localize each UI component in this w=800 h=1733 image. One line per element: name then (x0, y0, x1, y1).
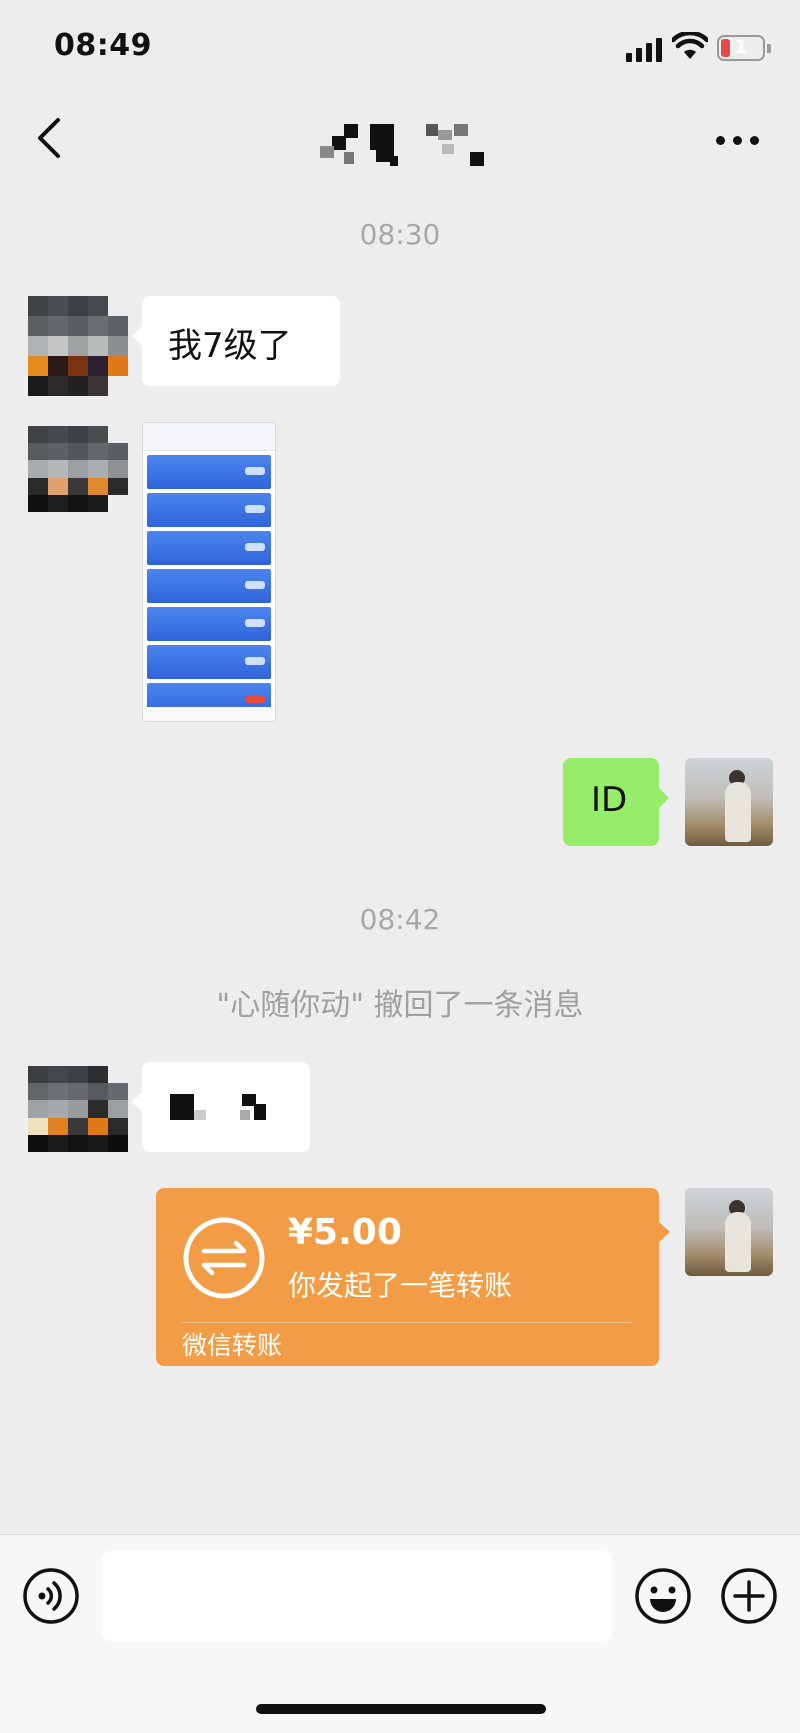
contact-avatar[interactable] (28, 296, 128, 396)
battery-icon: 1 (717, 35, 765, 61)
timestamp: 08:30 (359, 218, 441, 251)
transfer-card[interactable]: ¥5.00 你发起了一笔转账 微信转账 (156, 1188, 670, 1366)
transfer-amount: ¥5.00 (288, 1212, 402, 1253)
battery-level: 1 (734, 36, 748, 58)
transfer-label: 微信转账 (182, 1331, 283, 1360)
home-indicator (256, 1704, 546, 1714)
chat-header (0, 96, 800, 184)
emoji-icon[interactable] (634, 1567, 692, 1625)
self-avatar[interactable] (685, 1188, 773, 1276)
transfer-icon (183, 1217, 265, 1299)
more-icon[interactable] (716, 134, 760, 148)
self-avatar[interactable] (685, 758, 773, 846)
contact-avatar[interactable] (28, 426, 128, 512)
message-input[interactable] (102, 1551, 612, 1641)
message-bubble[interactable] (132, 1062, 310, 1152)
divider (182, 1322, 632, 1323)
message-bubble-self[interactable]: ID (563, 758, 669, 846)
voice-icon[interactable] (22, 1567, 80, 1625)
transfer-description: 你发起了一笔转账 (288, 1269, 513, 1302)
message-text: ID (591, 780, 628, 820)
signal-icon (626, 38, 664, 62)
back-icon[interactable] (34, 116, 74, 160)
recall-notice: "心随你动" 撤回了一条消息 (216, 988, 584, 1023)
battery-cap (767, 44, 771, 53)
timestamp: 08:42 (359, 903, 441, 936)
chat-title-obscured (320, 124, 496, 170)
obscured-content (170, 1094, 280, 1124)
image-message[interactable] (142, 422, 276, 722)
status-time: 08:49 (54, 28, 152, 63)
status-bar: 08:49 1 (0, 0, 800, 96)
wifi-icon (672, 32, 708, 59)
message-bubble[interactable]: 我7级了 (132, 296, 340, 386)
message-text: 我7级了 (168, 326, 292, 366)
plus-icon[interactable] (720, 1567, 778, 1625)
contact-avatar[interactable] (28, 1066, 128, 1152)
